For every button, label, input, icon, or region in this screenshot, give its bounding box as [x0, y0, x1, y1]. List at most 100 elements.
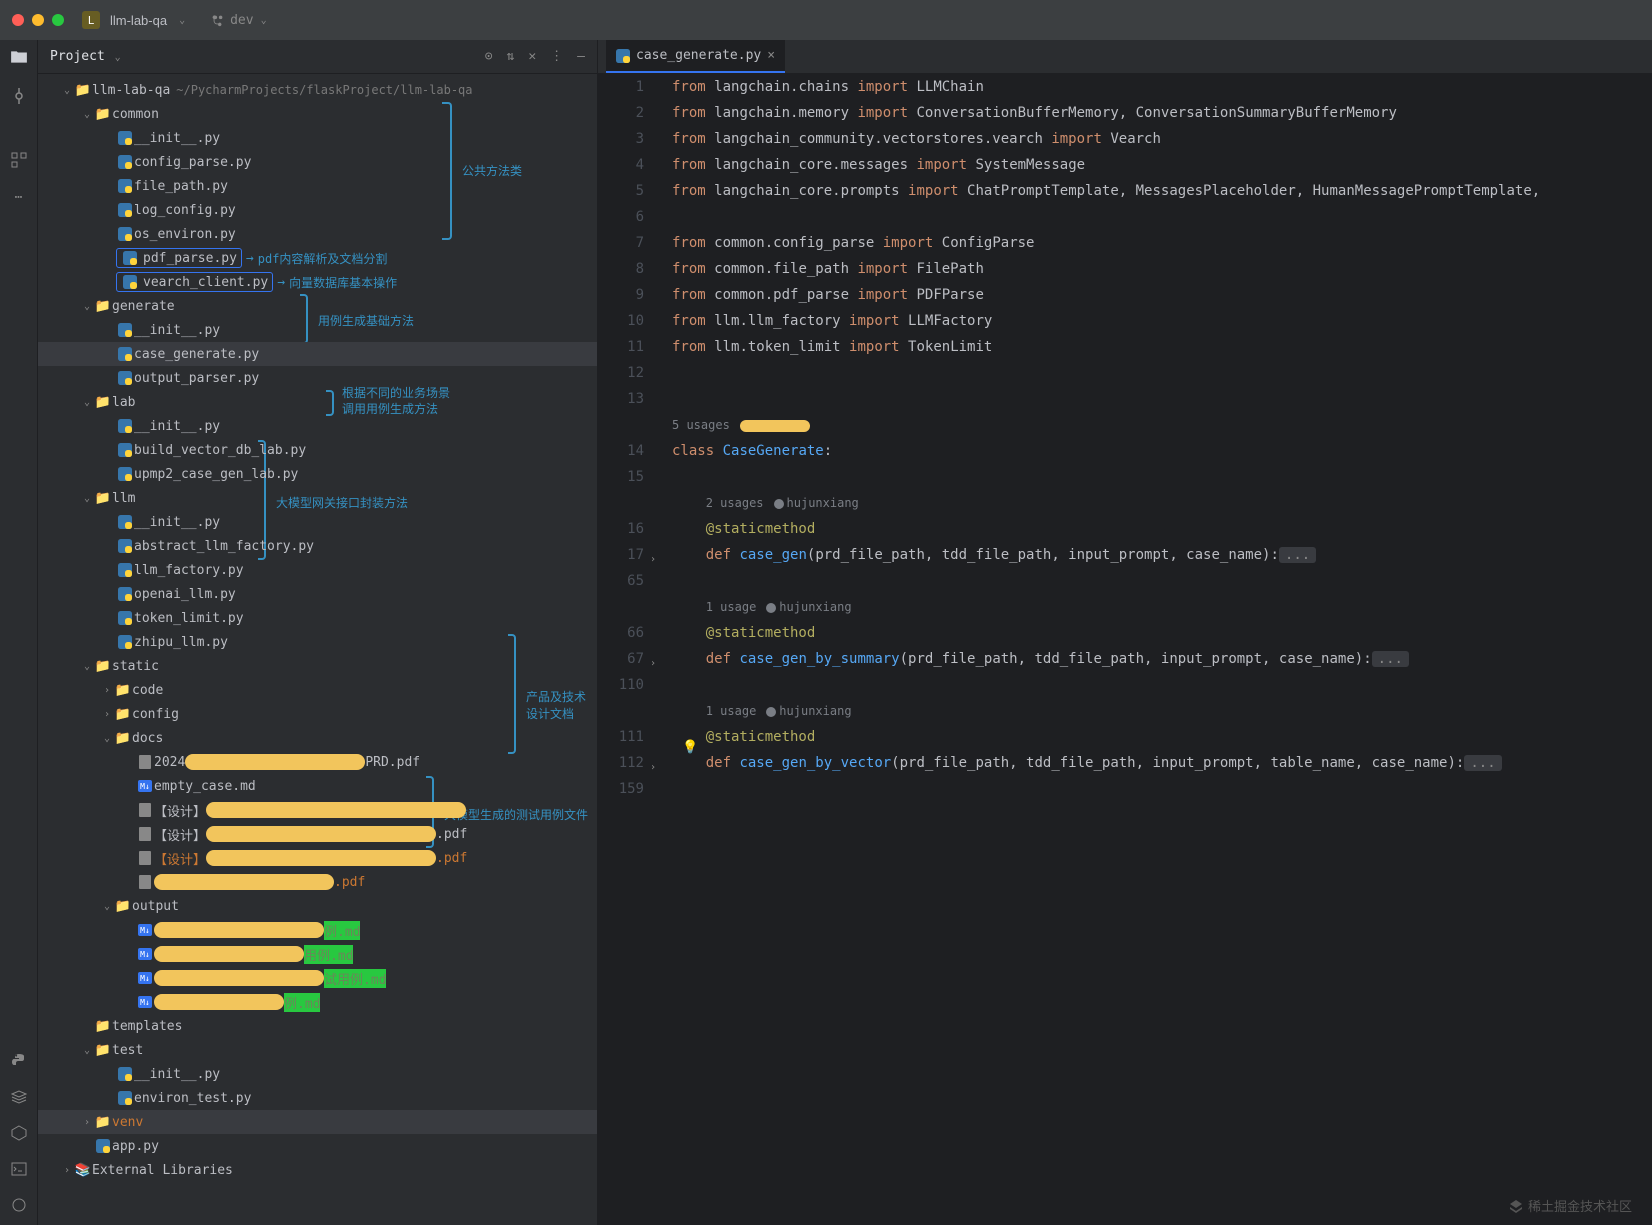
folder-venv[interactable]: ›📁venv: [38, 1110, 597, 1134]
hide-icon[interactable]: ⋮: [550, 49, 563, 64]
annotation-pdf: pdf内容解析及文档分割: [258, 250, 388, 267]
code-content[interactable]: from langchain.chains import LLMChain fr…: [658, 74, 1652, 1225]
file-doc-1[interactable]: M↓empty_case.md: [38, 774, 597, 798]
folder-code[interactable]: ›📁code: [38, 678, 597, 702]
folder-generate[interactable]: ⌄📁generate: [38, 294, 597, 318]
project-badge: L: [82, 11, 100, 29]
editor-tabs: case_generate.py ×: [598, 40, 1652, 74]
folded-code[interactable]: ...: [1279, 547, 1316, 563]
file-token-limit[interactable]: token_limit.py: [38, 606, 597, 630]
collapse-icon[interactable]: ✕: [528, 49, 536, 64]
close-window[interactable]: [12, 14, 24, 26]
titlebar: L llm-lab-qa ⌄ dev ⌄: [0, 0, 1652, 40]
file-build-vector[interactable]: build_vector_db_lab.py: [38, 438, 597, 462]
file-config-parse[interactable]: config_parse.py: [38, 150, 597, 174]
expand-all-icon[interactable]: ⇅: [507, 49, 515, 64]
left-toolbar-bottom: [0, 1053, 38, 1217]
services-icon[interactable]: [11, 1125, 27, 1145]
file-out-1[interactable]: M↓用例.md: [38, 942, 597, 966]
file-doc-4[interactable]: 【设计】.pdf: [38, 846, 597, 870]
minimize-window[interactable]: [32, 14, 44, 26]
folder-llm[interactable]: ⌄📁llm: [38, 486, 597, 510]
tab-close-icon[interactable]: ×: [767, 48, 775, 63]
branch-chevron-icon: ⌄: [261, 15, 267, 26]
folder-lab[interactable]: ⌄📁lab: [38, 390, 597, 414]
folded-code[interactable]: ...: [1372, 651, 1409, 667]
panel-header: Project ⌄ ⊙ ⇅ ✕ ⋮ —: [38, 40, 597, 74]
file-out-0[interactable]: M↓例.md: [38, 918, 597, 942]
folder-templates[interactable]: 📁templates: [38, 1014, 597, 1038]
file-zhipu-llm[interactable]: zhipu_llm.py: [38, 630, 597, 654]
folder-config[interactable]: ›📁config: [38, 702, 597, 726]
code-editor[interactable]: 1 2 3 4 5 6 7 8 9 10 11 12 13 14 15 16 1…: [598, 74, 1652, 1225]
annotation-vearch: 向量数据库基本操作: [289, 274, 397, 291]
file-doc-2[interactable]: 【设计】: [38, 798, 597, 822]
file-environ-test[interactable]: environ_test.py: [38, 1086, 597, 1110]
file-llm-init[interactable]: __init__.py: [38, 510, 597, 534]
usage-hint[interactable]: 1 usage: [706, 704, 757, 718]
project-chevron-icon[interactable]: ⌄: [179, 15, 185, 26]
layers-icon[interactable]: [11, 1089, 27, 1109]
tree-root[interactable]: ⌄ 📁 llm-lab-qa ~/PycharmProjects/flaskPr…: [38, 78, 597, 102]
file-llm-factory[interactable]: llm_factory.py: [38, 558, 597, 582]
folder-static[interactable]: ⌄📁static: [38, 654, 597, 678]
juejin-icon: [1508, 1198, 1524, 1214]
python-console-icon[interactable]: [11, 1053, 27, 1073]
file-test-init[interactable]: __init__.py: [38, 1062, 597, 1086]
folder-common[interactable]: ⌄📁common: [38, 102, 597, 126]
project-name[interactable]: llm-lab-qa: [110, 13, 167, 28]
file-doc-5[interactable]: .pdf: [38, 870, 597, 894]
watermark: 稀土掘金技术社区: [1508, 1196, 1632, 1215]
usage-hint[interactable]: 2 usages: [706, 496, 764, 510]
usage-hint[interactable]: 5 usages: [672, 418, 730, 432]
file-init[interactable]: __init__.py: [38, 126, 597, 150]
branch-icon: [211, 13, 225, 27]
structure-tool-icon[interactable]: [11, 152, 27, 172]
file-output-parser[interactable]: output_parser.py: [38, 366, 597, 390]
file-os-environ[interactable]: os_environ.py: [38, 222, 597, 246]
editor-area: case_generate.py × 1 2 3 4 5 6 7 8 9 10 …: [598, 40, 1652, 1225]
usage-hint[interactable]: 1 usage: [706, 600, 757, 614]
git-branch[interactable]: dev ⌄: [211, 13, 267, 28]
folder-tool-icon[interactable]: [10, 48, 28, 70]
external-libraries[interactable]: ›📚External Libraries: [38, 1158, 597, 1182]
file-doc-0[interactable]: 2024PRD.pdf: [38, 750, 597, 774]
file-log-config[interactable]: log_config.py: [38, 198, 597, 222]
problems-icon[interactable]: [11, 1197, 27, 1217]
select-opened-icon[interactable]: ⊙: [485, 49, 493, 64]
fold-icon[interactable]: ›: [650, 547, 656, 573]
panel-title[interactable]: Project ⌄: [50, 49, 121, 64]
folder-test[interactable]: ⌄📁test: [38, 1038, 597, 1062]
window-controls: [12, 14, 64, 26]
project-tree[interactable]: 公共方法类 用例生成基础方法 根据不同的业务场景调用用例生成方法 大模型网关接口…: [38, 74, 597, 1225]
file-pdf-parse[interactable]: pdf_parse.py→pdf内容解析及文档分割: [38, 246, 597, 270]
bulb-icon[interactable]: 💡: [682, 740, 698, 755]
arrow-right-icon: →: [246, 251, 254, 266]
file-case-generate[interactable]: case_generate.py: [38, 342, 597, 366]
file-out-3[interactable]: M↓例.md: [38, 990, 597, 1014]
file-file-path[interactable]: file_path.py: [38, 174, 597, 198]
project-panel: Project ⌄ ⊙ ⇅ ✕ ⋮ — 公共方法类 用例生成基础方法 根据不同的…: [38, 40, 598, 1225]
file-lab-init[interactable]: __init__.py: [38, 414, 597, 438]
file-upmp2[interactable]: upmp2_case_gen_lab.py: [38, 462, 597, 486]
fold-icon[interactable]: ›: [650, 651, 656, 677]
maximize-window[interactable]: [52, 14, 64, 26]
file-app[interactable]: app.py: [38, 1134, 597, 1158]
editor-tab[interactable]: case_generate.py ×: [606, 40, 785, 73]
line-gutter: 1 2 3 4 5 6 7 8 9 10 11 12 13 14 15 16 1…: [598, 74, 658, 1225]
folder-output[interactable]: ⌄📁output: [38, 894, 597, 918]
file-abstract-llm[interactable]: abstract_llm_factory.py: [38, 534, 597, 558]
tab-label: case_generate.py: [636, 48, 761, 63]
minimize-panel-icon[interactable]: —: [577, 49, 585, 64]
folded-code[interactable]: ...: [1464, 755, 1501, 771]
file-gen-init[interactable]: __init__.py: [38, 318, 597, 342]
file-vearch-client[interactable]: vearch_client.py→向量数据库基本操作: [38, 270, 597, 294]
terminal-icon[interactable]: [11, 1161, 27, 1181]
fold-icon[interactable]: ›: [650, 755, 656, 781]
more-tool-icon[interactable]: ⋯: [15, 190, 23, 205]
file-out-2[interactable]: M↓试用例.md: [38, 966, 597, 990]
file-openai-llm[interactable]: openai_llm.py: [38, 582, 597, 606]
file-doc-3[interactable]: 【设计】.pdf: [38, 822, 597, 846]
folder-docs[interactable]: ⌄📁docs: [38, 726, 597, 750]
commit-tool-icon[interactable]: [11, 88, 27, 108]
